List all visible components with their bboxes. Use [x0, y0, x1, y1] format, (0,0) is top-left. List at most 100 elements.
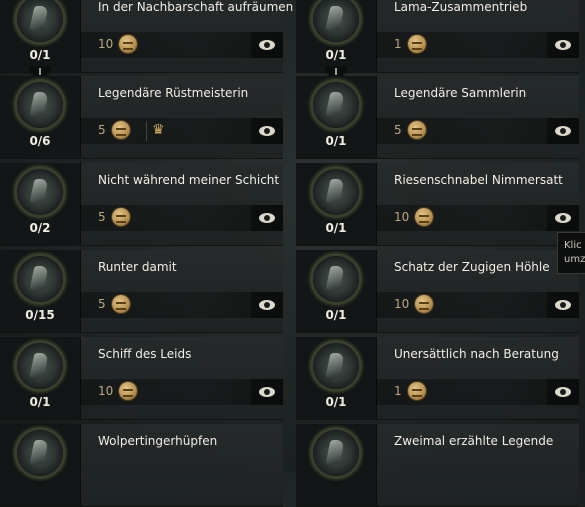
reward-bar: 10	[80, 379, 283, 405]
achievement-emblem-icon	[313, 169, 359, 215]
achievement-title: Schiff des Leids	[98, 347, 192, 361]
track-button[interactable]	[251, 32, 283, 58]
ap-coin-icon	[415, 208, 434, 226]
achievement-emblem-icon	[17, 169, 63, 215]
points-value: 5	[98, 123, 106, 137]
achievement-card[interactable]: 0/1 Lama-Zusammentrieb 1	[296, 0, 579, 73]
achievement-title: Riesenschnabel Nimmersatt	[394, 173, 563, 187]
ap-coin-icon	[111, 295, 130, 313]
eye-icon	[259, 40, 275, 50]
achievement-card[interactable]: 0/1 Legendäre Sammlerin 5	[296, 66, 579, 159]
track-button[interactable]	[251, 118, 283, 144]
tooltip-line: umz	[564, 254, 585, 265]
progress-count: 0/1	[325, 134, 347, 148]
points-value: 5	[98, 297, 106, 311]
achievement-card[interactable]: 0/1 Schiff des Leids 10	[0, 337, 283, 420]
ap-coin-icon	[407, 121, 426, 139]
achievement-card[interactable]: 0/1 Schatz der Zugigen Höhle 10	[296, 250, 579, 333]
progress-count: 0/1	[325, 395, 347, 409]
eye-icon	[555, 126, 571, 136]
achievement-thumbnail	[296, 424, 377, 506]
ap-coin-icon	[111, 121, 130, 139]
track-button[interactable]	[547, 32, 579, 58]
reward-bar: 1	[376, 32, 579, 58]
achievement-thumbnail: 0/1	[0, 0, 81, 72]
progress-count: 0/1	[325, 48, 347, 62]
achievement-title: Lama-Zusammentrieb	[394, 0, 528, 14]
achievement-thumbnail: 0/1	[296, 0, 377, 72]
points-value: 10	[394, 210, 410, 224]
points-value: 10	[98, 384, 114, 398]
ap-coin-icon	[407, 382, 426, 400]
achievement-thumbnail: 0/1	[296, 76, 377, 158]
eye-icon	[555, 40, 571, 50]
eye-icon	[259, 213, 275, 223]
eye-icon	[555, 387, 571, 397]
reward-bar: 10	[80, 32, 283, 58]
achievement-thumbnail: 0/6	[0, 76, 81, 158]
divider	[146, 121, 147, 141]
ap-coin-icon	[111, 208, 130, 226]
achievement-title: Legendäre Rüstmeisterin	[98, 86, 249, 100]
achievement-thumbnail: 0/2	[0, 163, 81, 245]
reward-bar: 1	[376, 379, 579, 405]
tooltip-line: Klic	[564, 240, 582, 251]
eye-icon	[259, 126, 275, 136]
track-button[interactable]	[547, 205, 579, 231]
progress-count: 0/1	[325, 221, 347, 235]
tooltip: Klic umz	[557, 232, 585, 274]
points-value: 1	[394, 384, 402, 398]
achievement-emblem-icon	[17, 0, 63, 42]
progress-count: 0/1	[29, 395, 51, 409]
progress-count: 0/1	[325, 308, 347, 322]
achievement-card[interactable]: 0/1 Riesenschnabel Nimmersatt 10	[296, 163, 579, 246]
achievement-thumbnail: 0/1	[0, 337, 81, 419]
track-button[interactable]	[547, 292, 579, 318]
achievement-card[interactable]: 0/6 Legendäre Rüstmeisterin 5 ♛	[0, 66, 283, 159]
achievement-title: Nicht während meiner Schicht	[98, 173, 280, 187]
reward-bar: 5	[80, 205, 283, 231]
points-value: 10	[394, 297, 410, 311]
achievement-thumbnail: 0/1	[296, 163, 377, 245]
achievement-card[interactable]: 0/1 In der Nachbarschaft aufräumen 10	[0, 0, 293, 73]
achievement-card[interactable]: 0/1 Unersättlich nach Beratung 1	[296, 337, 579, 420]
achievement-title: Runter damit	[98, 260, 177, 274]
achievement-title: Legendäre Sammlerin	[394, 86, 527, 100]
achievement-card[interactable]: Zweimal erzählte Legende	[296, 424, 579, 507]
achievement-card[interactable]: Wolpertingerhüpfen	[0, 424, 283, 507]
eye-icon	[259, 300, 275, 310]
achievement-card[interactable]: 0/15 Runter damit 5	[0, 250, 283, 333]
achievement-thumbnail	[0, 424, 81, 506]
ap-coin-icon	[407, 35, 426, 53]
eye-icon	[259, 387, 275, 397]
points-value: 10	[98, 37, 114, 51]
ap-coin-icon	[415, 295, 434, 313]
points-value: 5	[394, 123, 402, 137]
track-button[interactable]	[251, 292, 283, 318]
eye-icon	[555, 300, 571, 310]
points-value: 1	[394, 37, 402, 51]
achievement-card[interactable]: 0/2 Nicht während meiner Schicht 5	[0, 163, 283, 246]
achievement-emblem-icon	[313, 343, 359, 389]
achievement-emblem-icon	[313, 430, 359, 476]
achievement-thumbnail: 0/1	[296, 337, 377, 419]
progress-count: 0/2	[29, 221, 51, 235]
crown-icon: ♛	[152, 122, 165, 138]
reward-bar: 5 ♛	[80, 118, 283, 144]
points-value: 5	[98, 210, 106, 224]
track-button[interactable]	[251, 379, 283, 405]
achievement-thumbnail: 0/15	[0, 250, 81, 332]
track-button[interactable]	[547, 118, 579, 144]
achievement-title: In der Nachbarschaft aufräumen	[98, 0, 294, 14]
achievement-title: Schatz der Zugigen Höhle	[394, 260, 550, 274]
achievement-emblem-icon	[17, 430, 63, 476]
track-button[interactable]	[251, 205, 283, 231]
achievement-title: Wolpertingerhüpfen	[98, 434, 218, 448]
progress-count: 0/15	[25, 308, 55, 322]
achievement-title: Zweimal erzählte Legende	[394, 434, 554, 448]
track-button[interactable]	[547, 379, 579, 405]
ap-coin-icon	[119, 35, 138, 53]
progress-count: 0/1	[29, 48, 51, 62]
progress-count: 0/6	[29, 134, 51, 148]
achievement-title: Unersättlich nach Beratung	[394, 347, 559, 361]
